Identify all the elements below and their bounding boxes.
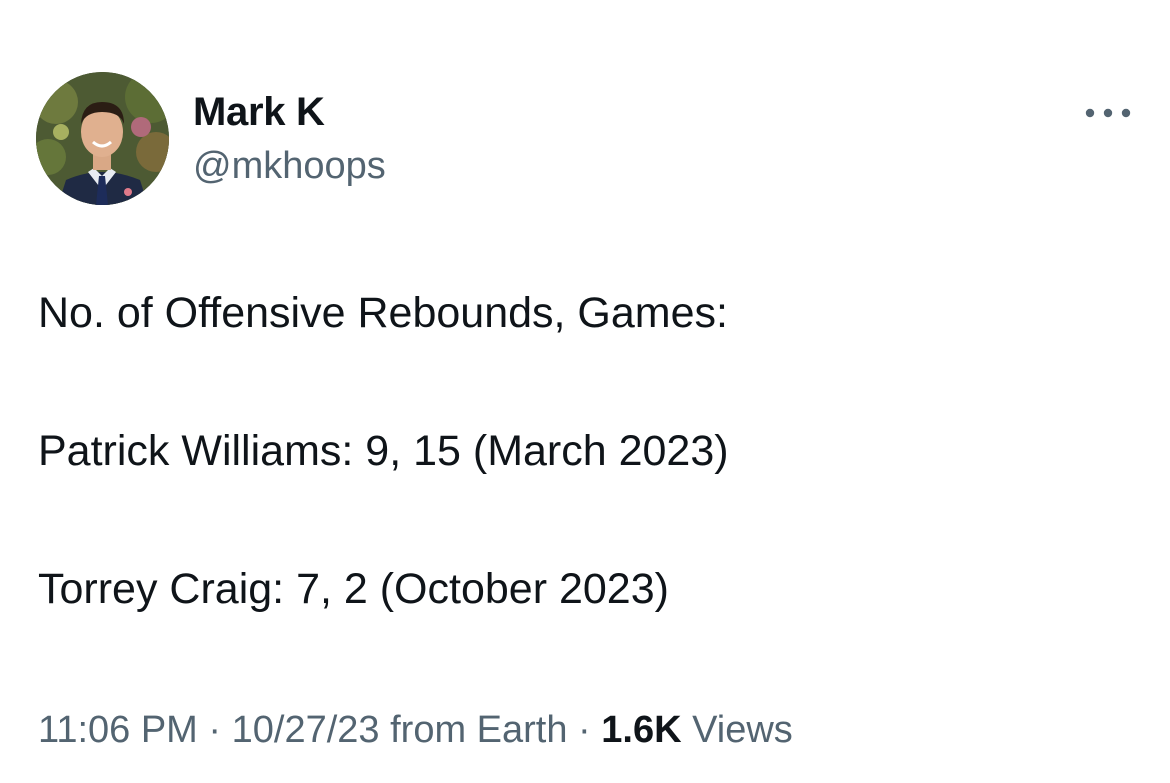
handle[interactable]: @mkhoops (193, 142, 386, 190)
views-label: Views (692, 709, 793, 751)
meta-separator: · (197, 709, 232, 751)
tweet-line-heading: No. of Offensive Rebounds, Games: (38, 289, 728, 337)
avatar[interactable] (36, 72, 169, 205)
more-horizontal-icon (1085, 108, 1131, 118)
tweet-card: Mark K @mkhoops No. of Offensive Rebound… (0, 0, 1170, 783)
tweet-line-torrey-craig: Torrey Craig: 7, 2 (October 2023) (38, 565, 669, 613)
views-count: 1.6K (601, 709, 682, 751)
tweet-date[interactable]: 10/27/23 (232, 709, 380, 751)
profile-photo-icon (36, 72, 169, 205)
meta-separator: · (567, 709, 602, 751)
tweet-line-patrick-williams: Patrick Williams: 9, 15 (March 2023) (38, 427, 729, 475)
tweet-text: No. of Offensive Rebounds, Games: Patric… (38, 285, 1138, 617)
tweet-source: from Earth (390, 709, 568, 751)
display-name[interactable]: Mark K (193, 88, 386, 136)
more-options-button[interactable] (1080, 95, 1136, 131)
tweet-time[interactable]: 11:06 PM (38, 709, 198, 751)
user-block: Mark K @mkhoops (193, 88, 386, 190)
tweet-meta: 11:06 PM · 10/27/23 from Earth · 1.6K Vi… (38, 704, 793, 756)
